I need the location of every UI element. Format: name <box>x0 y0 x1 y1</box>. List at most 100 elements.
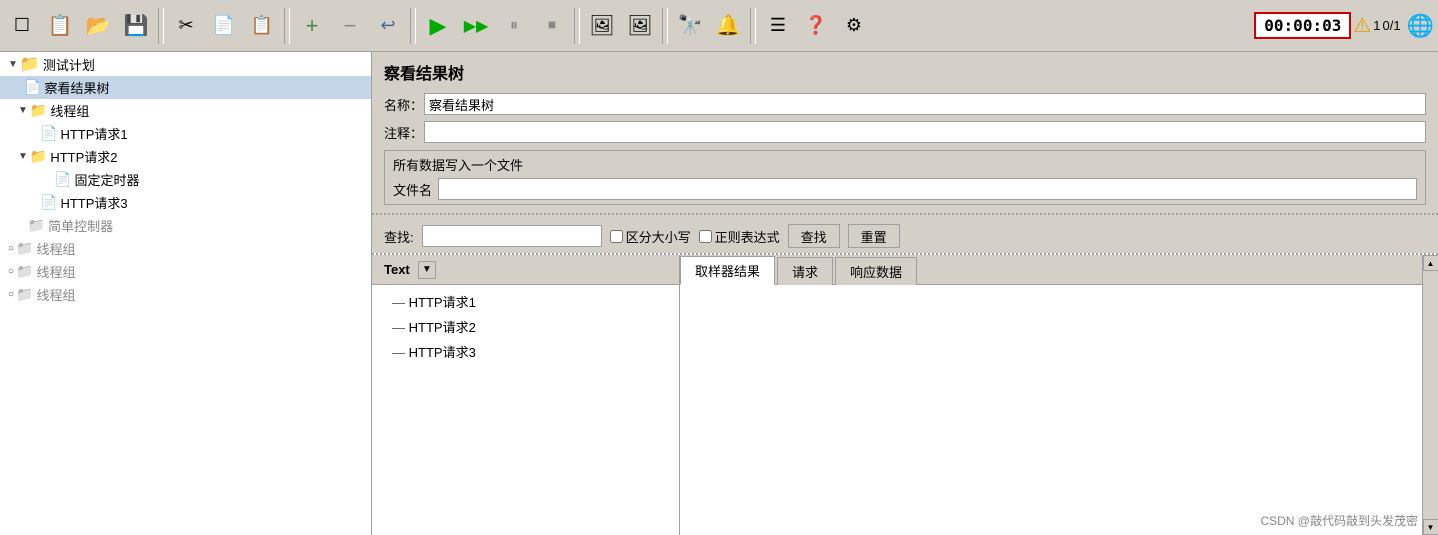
scroll-up-button[interactable]: ▲ <box>1423 255 1438 271</box>
regex-checkbox[interactable] <box>699 230 712 243</box>
column-label: Text <box>376 262 418 277</box>
scroll-down-button[interactable]: ▼ <box>1423 519 1438 535</box>
list-item[interactable]: HTTP请求3 <box>372 339 679 364</box>
column-dropdown-button[interactable]: ▼ <box>418 261 436 279</box>
undo-button[interactable]: ↩ <box>370 8 406 44</box>
comment-row: 注释： <box>372 118 1438 146</box>
tree-item-http1[interactable]: 📄 HTTP请求1 <box>0 122 371 145</box>
pause-button[interactable]: ⏸ <box>496 8 532 44</box>
sep3 <box>410 8 416 44</box>
image1-button[interactable]: 🖼 <box>584 8 620 44</box>
list-item[interactable]: HTTP请求1 <box>372 289 679 314</box>
tree-item-controller[interactable]: ▶ 📁 简单控制器 <box>0 214 371 237</box>
tree-item-tg4[interactable]: ○ 📁 线程组 <box>0 283 371 306</box>
expand-icon-tg2: ○ <box>8 243 14 254</box>
expand-icon-tg4: ○ <box>8 289 14 300</box>
file-row: 文件名 <box>393 178 1417 200</box>
tree-item-http2[interactable]: ▼ 📁 HTTP请求2 <box>0 145 371 168</box>
tree-label-view-tree: 察看结果树 <box>44 78 109 97</box>
image2-button[interactable]: 🖼 <box>622 8 658 44</box>
case-sensitive-checkbox[interactable] <box>610 230 623 243</box>
settings-button[interactable]: ⚙ <box>836 8 872 44</box>
expand-icon-tg1: ▼ <box>18 105 28 116</box>
template-button[interactable]: 📋 <box>42 8 78 44</box>
list-item[interactable]: HTTP请求2 <box>372 314 679 339</box>
tree-label-http1: HTTP请求1 <box>60 124 127 143</box>
tree-panel: ▼ 📁 测试计划 📄 察看结果树 ▼ 📁 线程组 📄 HTTP请求1 ▼ 📁 <box>0 52 372 535</box>
remove-button[interactable]: − <box>332 8 368 44</box>
cut-button[interactable]: ✂ <box>168 8 204 44</box>
tree-label-http3: HTTP请求3 <box>60 193 127 212</box>
panel-title: 察看结果树 <box>372 52 1438 90</box>
folder-icon-tg1: 📁 <box>30 102 47 119</box>
name-input[interactable] <box>424 93 1426 115</box>
sep6 <box>750 8 756 44</box>
right-panel: 察看结果树 名称： 注释： 所有数据写入一个文件 文件名 <box>372 52 1438 535</box>
result-list: HTTP请求1 HTTP请求2 HTTP请求3 <box>372 285 679 535</box>
sep4 <box>574 8 580 44</box>
comment-label: 注释： <box>384 123 424 142</box>
result-right: 取样器结果 请求 响应数据 <box>680 255 1422 535</box>
divider-1 <box>372 213 1438 215</box>
section-title: 所有数据写入一个文件 <box>393 155 1417 174</box>
open-button[interactable]: 📂 <box>80 8 116 44</box>
expand-icon-test-plan: ▼ <box>8 59 18 70</box>
watermark: CSDN @敲代码敲到头发茂密 <box>1260 512 1418 529</box>
comment-input[interactable] <box>424 121 1426 143</box>
warning-icon: ⚠ <box>1353 13 1371 38</box>
name-row: 名称： <box>372 90 1438 118</box>
run-all-button[interactable]: ▶▶ <box>458 8 494 44</box>
globe-icon: 🌐 <box>1407 13 1434 39</box>
sep5 <box>662 8 668 44</box>
tree-label-tg4: 线程组 <box>36 285 75 304</box>
stop-button[interactable]: ⏹ <box>534 8 570 44</box>
help-button[interactable]: ❓ <box>798 8 834 44</box>
file-icon-view-tree: 📄 <box>24 79 41 96</box>
tree-item-timer[interactable]: 📄 固定定时器 <box>0 168 371 191</box>
sep2 <box>284 8 290 44</box>
copy-button[interactable]: 📄 <box>206 8 242 44</box>
tree-label-timer: 固定定时器 <box>74 170 139 189</box>
search-bar: 查找: 区分大小写 正则表达式 查找 重置 <box>372 219 1438 253</box>
filename-label: 文件名 <box>393 180 432 199</box>
paste-button[interactable]: 📋 <box>244 8 280 44</box>
filename-input[interactable] <box>438 178 1417 200</box>
tree-label-ctrl: 简单控制器 <box>48 216 113 235</box>
search-button[interactable]: 🔭 <box>672 8 708 44</box>
tab-content-area <box>680 285 1422 535</box>
tree-item-test-plan[interactable]: ▼ 📁 测试计划 <box>0 52 371 76</box>
folder-icon-tg4: 📁 <box>16 286 33 303</box>
save-button[interactable]: 💾 <box>118 8 154 44</box>
tree-item-tg3[interactable]: ○ 📁 线程组 <box>0 260 371 283</box>
search-input[interactable] <box>422 225 602 247</box>
main-toolbar: ☐ 📋 📂 💾 ✂ 📄 📋 + − ↩ ▶ ▶▶ ⏸ ⏹ 🖼 🖼 🔭 🔔 ☰ ❓… <box>0 0 1438 52</box>
folder-icon-http2: 📁 <box>30 148 47 165</box>
folder-icon-tg2: 📁 <box>16 240 33 257</box>
tree-item-tg2[interactable]: ○ 📁 线程组 <box>0 237 371 260</box>
tree-label-tg2: 线程组 <box>36 239 75 258</box>
result-left: Text ▼ HTTP请求1 HTTP请求2 HTTP请求3 <box>372 255 680 535</box>
result-area: Text ▼ HTTP请求1 HTTP请求2 HTTP请求3 取样器结果 请求 … <box>372 253 1438 535</box>
tree-label-test-plan: 测试计划 <box>43 55 95 74</box>
file-icon-http1: 📄 <box>40 125 57 142</box>
case-sensitive-label: 区分大小写 <box>626 227 691 246</box>
tree-item-http3[interactable]: 📄 HTTP请求3 <box>0 191 371 214</box>
tree-item-view-tree[interactable]: 📄 察看结果树 <box>0 76 371 99</box>
list-button[interactable]: ☰ <box>760 8 796 44</box>
sep1 <box>158 8 164 44</box>
bell-button[interactable]: 🔔 <box>710 8 746 44</box>
tab-request[interactable]: 请求 <box>777 257 833 285</box>
find-button[interactable]: 查找 <box>788 224 840 248</box>
tab-sampler-results[interactable]: 取样器结果 <box>680 256 775 285</box>
new-button[interactable]: ☐ <box>4 8 40 44</box>
expand-icon-http2: ▼ <box>18 151 28 162</box>
regex-group: 正则表达式 <box>699 227 780 246</box>
timer-display: 00:00:03 <box>1254 12 1351 39</box>
tab-response-data[interactable]: 响应数据 <box>835 257 917 285</box>
run-button[interactable]: ▶ <box>420 8 456 44</box>
add-button[interactable]: + <box>294 8 330 44</box>
tree-item-thread-group1[interactable]: ▼ 📁 线程组 <box>0 99 371 122</box>
regex-label: 正则表达式 <box>715 227 780 246</box>
reset-button[interactable]: 重置 <box>848 224 900 248</box>
tree-label-tg3: 线程组 <box>36 262 75 281</box>
